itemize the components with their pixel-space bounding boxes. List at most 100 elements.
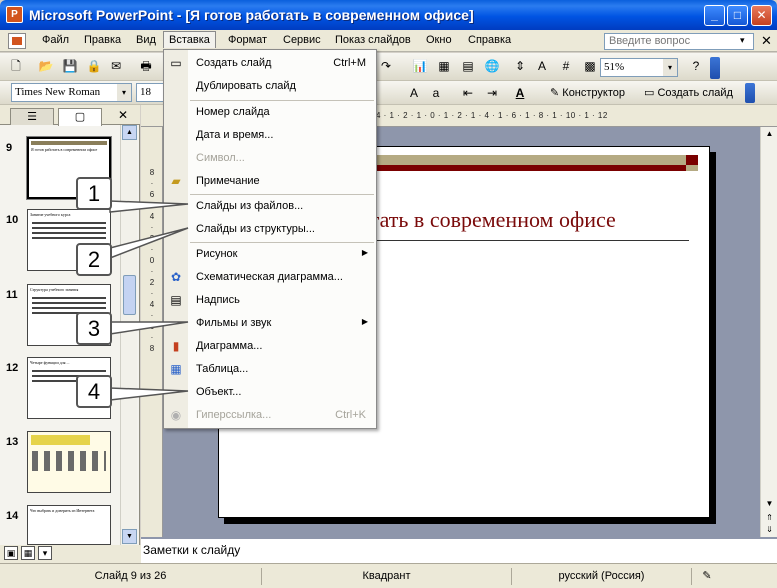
menu-view[interactable]: Вид	[134, 33, 158, 47]
slide-title[interactable]: отать в современном офисе	[359, 207, 616, 233]
menu-item-object[interactable]: Объект...	[164, 381, 376, 404]
menu-item-label: Слайды из файлов...	[196, 200, 304, 212]
decrease-indent-icon[interactable]: ⇤	[460, 85, 476, 101]
menu-item-label: Создать слайд	[196, 57, 272, 69]
menu-item-label: Гиперссылка...	[196, 409, 272, 421]
menu-window[interactable]: Окно	[424, 33, 454, 47]
slideshow-view-icon[interactable]: ▾	[38, 546, 52, 560]
redo-arrow-icon[interactable]: ↷	[378, 58, 394, 74]
menu-item-hyperlink: ◉ Гиперссылка... Ctrl+K	[164, 404, 376, 427]
menu-item-slides-from-outline[interactable]: Слайды из структуры...	[164, 218, 376, 241]
menu-insert[interactable]: Вставка	[163, 31, 216, 48]
slide-number: 10	[6, 214, 19, 226]
show-formatting-icon[interactable]: A	[534, 58, 550, 74]
font-name-dropdown-arrow-icon[interactable]: ▾	[117, 84, 131, 101]
font-name-select[interactable]: Times New Roman ▾	[11, 83, 132, 102]
new-document-icon[interactable]: 🗋	[8, 58, 24, 74]
menu-item-label: Дублировать слайд	[196, 80, 296, 92]
tab-outline[interactable]: ☰	[10, 108, 54, 125]
menu-item-label: Объект...	[196, 386, 242, 398]
toolbar-options-icon[interactable]	[710, 57, 720, 79]
menu-item-chart[interactable]: ▮ Диаграмма...	[164, 335, 376, 358]
slide-thumbnail[interactable]	[27, 431, 111, 493]
powerpoint-app-icon[interactable]: P	[6, 6, 23, 23]
grid-icon[interactable]: #	[558, 58, 574, 74]
menu-item-diagram[interactable]: ✿ Схематическая диаграмма...	[164, 266, 376, 289]
close-document-button[interactable]: ✕	[761, 33, 772, 49]
slide-number: 9	[6, 142, 13, 154]
notes-pane[interactable]: Заметки к слайду	[141, 537, 777, 563]
menu-item-new-slide[interactable]: ▭ Создать слайд Ctrl+M	[164, 52, 376, 75]
menu-item-textbox[interactable]: ▤ Надпись	[164, 289, 376, 312]
menu-format[interactable]: Формат	[226, 33, 269, 47]
menu-item-picture[interactable]: Рисунок ▶	[164, 243, 376, 266]
tab-slides[interactable]: ▢	[58, 108, 102, 126]
open-folder-icon[interactable]: 📂	[38, 58, 54, 74]
next-slide-icon[interactable]: ⇓	[762, 523, 777, 536]
save-icon[interactable]: 💾	[62, 58, 78, 74]
color-grayscale-icon[interactable]: ▩	[582, 58, 598, 74]
formatting-options-icon[interactable]	[745, 83, 755, 103]
expand-icon[interactable]: ⇕	[512, 58, 528, 74]
print-icon[interactable]: 🖶	[138, 58, 154, 74]
formatting-toolbar: Times New Roman ▾ 18 A a ⇤ ⇥ A ✎ Констру…	[0, 81, 777, 105]
increase-indent-icon[interactable]: ⇥	[484, 85, 500, 101]
maximize-button[interactable]: □	[727, 5, 748, 26]
menu-edit[interactable]: Правка	[82, 33, 123, 47]
menu-item-slides-from-files[interactable]: Слайды из файлов...	[164, 195, 376, 218]
normal-view-icon[interactable]: ▣	[4, 546, 18, 560]
menu-item-slide-number[interactable]: Номер слайда	[164, 101, 376, 124]
menu-slideshow[interactable]: Показ слайдов	[333, 33, 413, 47]
designer-button[interactable]: ✎ Конструктор	[550, 86, 625, 99]
menu-item-movies-sound[interactable]: Фильмы и звук ▶	[164, 312, 376, 335]
menu-item-label: Дата и время...	[196, 129, 274, 141]
menu-item-date-time[interactable]: Дата и время...	[164, 124, 376, 147]
menu-item-duplicate-slide[interactable]: Дублировать слайд	[164, 75, 376, 98]
font-size-select[interactable]: 18	[136, 83, 166, 102]
slide-thumbnail-panel: ☰ ▢ ✕ 9 Я готов работать в современном о…	[0, 105, 140, 545]
help-dropdown-arrow-icon[interactable]: ▾	[740, 35, 745, 46]
font-color-icon[interactable]: A	[512, 85, 528, 101]
increase-font-icon[interactable]: A	[406, 85, 422, 101]
insert-table-icon[interactable]: ▦	[436, 58, 452, 74]
main-scrollbar[interactable]: ▲ ▼ ⇑ ⇓	[760, 127, 777, 537]
help-question-input[interactable]: Введите вопрос	[604, 33, 754, 50]
menu-file[interactable]: Файл	[40, 33, 71, 47]
spellcheck-icon: ✎	[702, 570, 712, 582]
permission-icon[interactable]: 🔒	[86, 58, 102, 74]
zoom-select[interactable]: 51% ▾	[600, 58, 678, 77]
panel-scrollbar[interactable]: ▲ ▼	[120, 125, 137, 545]
close-panel-button[interactable]: ✕	[118, 108, 128, 122]
callout-2: 2	[76, 243, 112, 276]
new-slide-button[interactable]: ▭ Создать слайд	[644, 86, 733, 99]
decrease-font-icon[interactable]: a	[428, 85, 444, 101]
menu-help[interactable]: Справка	[466, 33, 513, 47]
menu-item-label: Номер слайда	[196, 106, 270, 118]
scroll-up-arrow-icon[interactable]: ▲	[122, 125, 137, 140]
slide-sorter-view-icon[interactable]: ▦	[21, 546, 35, 560]
tables-borders-icon[interactable]: ▤	[460, 58, 476, 74]
chart-icon: ▮	[172, 339, 180, 353]
email-icon[interactable]: ✉	[108, 58, 124, 74]
menu-item-comment[interactable]: ▰ Примечание	[164, 170, 376, 193]
scrollbar-thumb[interactable]	[123, 275, 136, 315]
zoom-dropdown-arrow-icon[interactable]: ▾	[663, 59, 677, 76]
comment-icon: ▰	[171, 174, 181, 188]
slide-decor-bar	[686, 155, 698, 165]
scroll-up-arrow-icon[interactable]: ▲	[762, 127, 777, 140]
menu-tools[interactable]: Сервис	[281, 33, 323, 47]
menu-item-label: Символ...	[196, 152, 245, 164]
slide-number: 14	[6, 510, 19, 522]
close-window-button[interactable]: ✕	[751, 5, 772, 26]
submenu-arrow-icon: ▶	[361, 248, 368, 257]
scroll-down-arrow-icon[interactable]: ▼	[122, 529, 137, 544]
insert-chart-icon[interactable]: 📊	[412, 58, 428, 74]
scroll-down-arrow-icon[interactable]: ▼	[762, 497, 777, 510]
menu-item-table[interactable]: ▦ Таблица...	[164, 358, 376, 381]
document-icon[interactable]	[8, 33, 26, 49]
slide-thumbnail[interactable]: Что выбрать и доверить из Интернета	[27, 505, 111, 545]
hyperlink-icon[interactable]: 🌐	[484, 58, 500, 74]
hyperlink-icon: ◉	[170, 408, 182, 422]
help-icon[interactable]: ?	[688, 58, 704, 74]
minimize-button[interactable]: _	[704, 5, 725, 26]
